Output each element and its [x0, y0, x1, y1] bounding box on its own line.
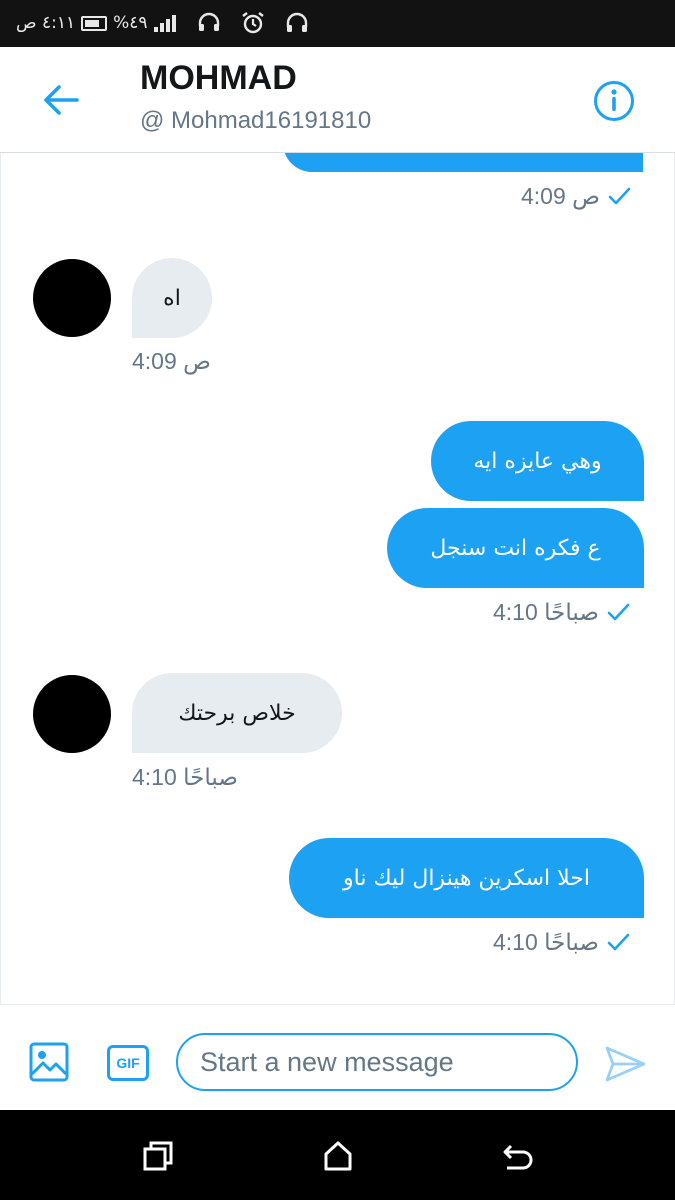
system-navigation-bar: [0, 1110, 675, 1200]
battery-percent: %٤٩: [113, 13, 148, 33]
avatar[interactable]: [33, 259, 111, 337]
message-bubble-outgoing[interactable]: احلا اسكرين هينزال ليك ناو: [289, 838, 644, 918]
contact-name[interactable]: MOHMAD: [140, 59, 297, 98]
status-time: ٤:١١ ص: [16, 13, 76, 33]
system-back-button[interactable]: [500, 1138, 536, 1174]
checkmark-icon: [605, 929, 631, 955]
back-button[interactable]: [36, 77, 86, 123]
headset-icon: [198, 12, 219, 31]
message-timestamp: 4:09 ص: [132, 347, 211, 374]
recent-apps-button[interactable]: [140, 1138, 176, 1174]
message-input[interactable]: [176, 1033, 578, 1091]
conversation-header: MOHMAD @ Mohmad16191810: [0, 47, 675, 153]
message-timestamp: 4:09 ص: [521, 181, 632, 211]
contact-handle: @ Mohmad16191810: [140, 107, 372, 134]
info-button[interactable]: [590, 77, 638, 125]
checkmark-icon: [605, 599, 631, 625]
avatar[interactable]: [33, 675, 111, 753]
recent-apps-icon: [143, 1141, 173, 1171]
gif-button[interactable]: GIF: [107, 1045, 149, 1081]
gif-icon: GIF: [116, 1055, 140, 1071]
message-timestamp: 4:10 صباحًا: [493, 927, 631, 957]
message-bubble-incoming[interactable]: اه: [132, 258, 212, 338]
message-composer: GIF: [0, 1004, 675, 1110]
status-left: ٤:١١ ص %٤٩: [16, 10, 310, 36]
message-bubble-outgoing[interactable]: [283, 153, 643, 172]
home-button[interactable]: [320, 1138, 356, 1174]
message-timestamp: 4:10 صباحًا: [132, 763, 238, 790]
info-icon: [594, 81, 634, 121]
back-arrow-icon: [44, 85, 79, 115]
image-icon: [29, 1042, 69, 1082]
message-list[interactable]: 4:09 ص اه 4:09 ص وهي عايزه ايه ع فكره ان…: [0, 153, 675, 1004]
status-bar: ٤:١١ ص %٤٩: [0, 0, 675, 47]
message-bubble-outgoing[interactable]: وهي عايزه ايه: [431, 421, 644, 501]
message-bubble-incoming[interactable]: خلاص برحتك: [132, 673, 342, 753]
message-bubble-outgoing[interactable]: ع فكره انت سنجل: [387, 508, 644, 588]
home-icon: [324, 1141, 352, 1171]
add-media-button[interactable]: [28, 1041, 70, 1083]
send-icon: [605, 1046, 646, 1082]
headset-icon: [286, 12, 307, 32]
signal-icon: [153, 14, 176, 32]
back-icon: [503, 1144, 533, 1170]
checkmark-icon: [606, 183, 632, 209]
send-button[interactable]: [604, 1045, 648, 1085]
battery-icon: [81, 15, 108, 31]
message-timestamp: 4:10 صباحًا: [493, 597, 631, 627]
alarm-icon: [241, 12, 264, 34]
